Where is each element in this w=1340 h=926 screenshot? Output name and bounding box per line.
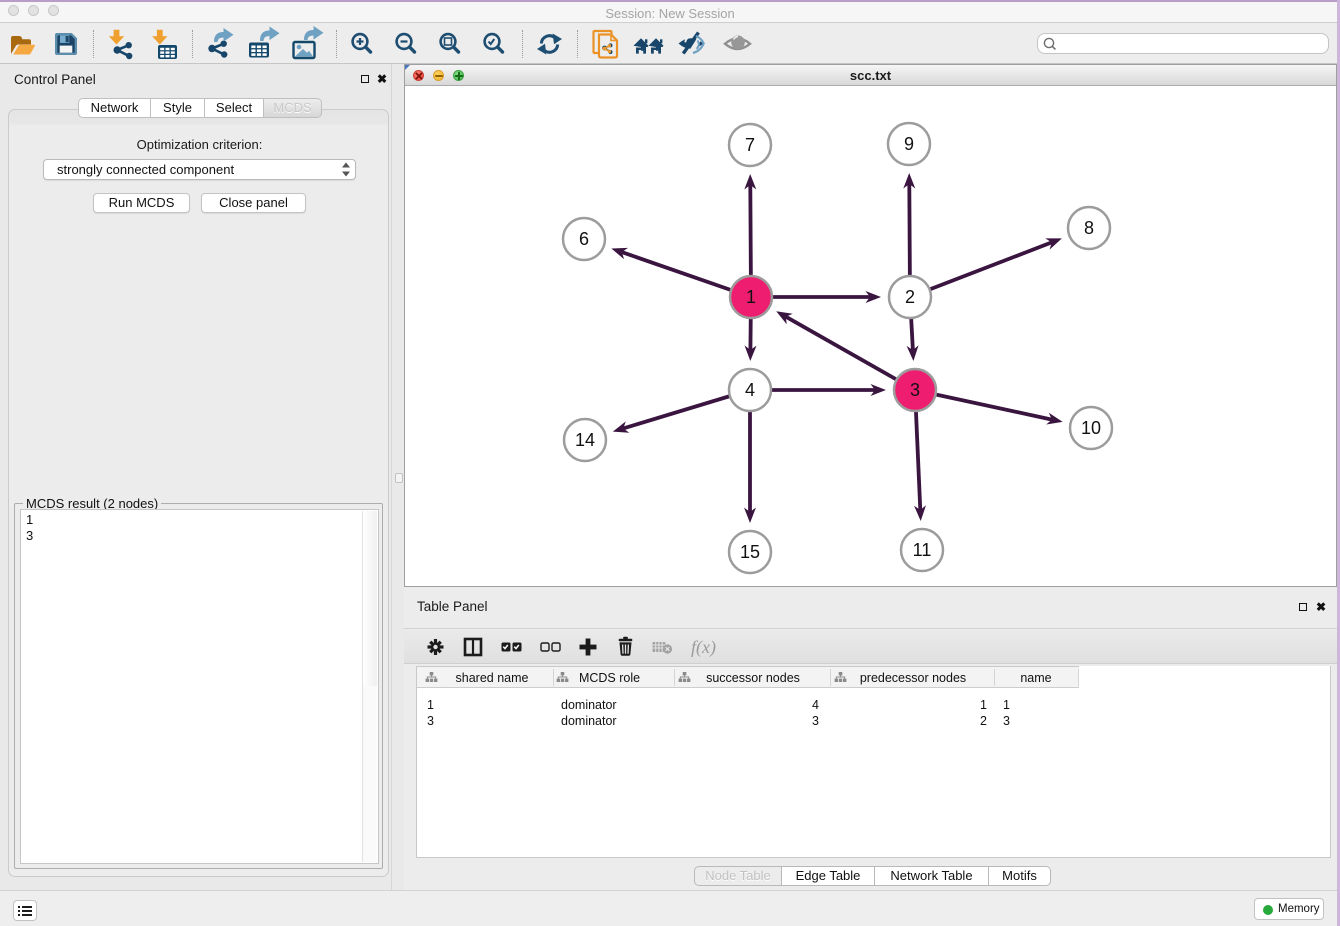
svg-text:7: 7 — [745, 135, 755, 155]
svg-text:14: 14 — [575, 430, 595, 450]
svg-text:3: 3 — [910, 380, 920, 400]
svg-text:2: 2 — [905, 287, 915, 307]
svg-text:15: 15 — [740, 542, 760, 562]
svg-text:9: 9 — [904, 134, 914, 154]
svg-text:1: 1 — [746, 287, 756, 307]
svg-text:8: 8 — [1084, 218, 1094, 238]
svg-text:10: 10 — [1081, 418, 1101, 438]
svg-text:f(x): f(x) — [691, 637, 716, 658]
svg-text:6: 6 — [579, 229, 589, 249]
svg-text:4: 4 — [745, 380, 755, 400]
svg-text:11: 11 — [913, 540, 932, 560]
